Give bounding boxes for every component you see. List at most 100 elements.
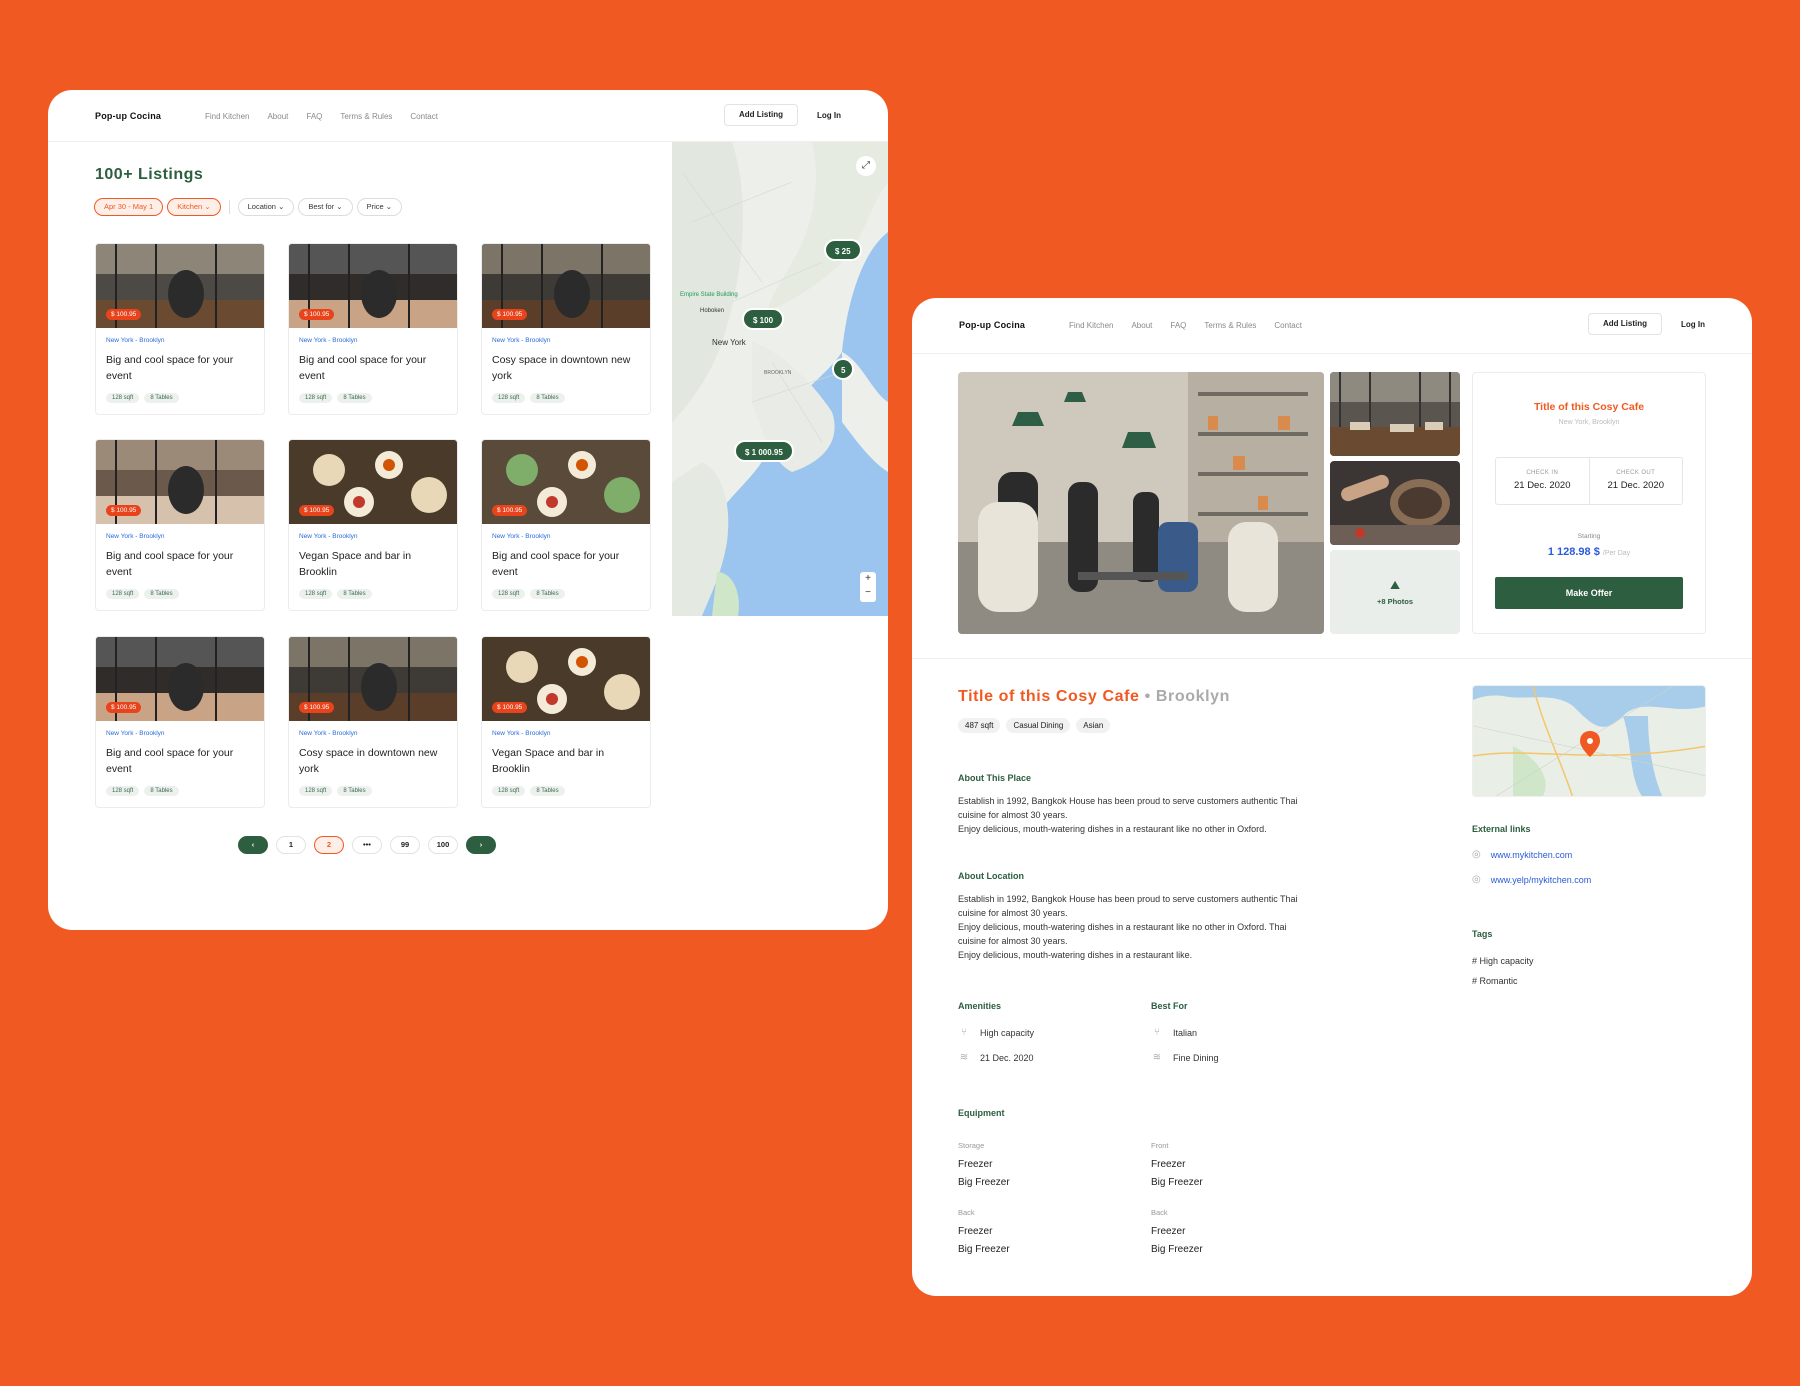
page-button-active[interactable]: 2 [314,836,344,854]
nav-link-faq[interactable]: FAQ [1170,321,1186,330]
next-page-button[interactable]: › [466,836,496,854]
page-button[interactable]: 100 [428,836,458,854]
best-for-filter[interactable]: Best for ⌄ [298,198,353,216]
nav-link-faq[interactable]: FAQ [306,112,322,121]
listing-card[interactable]: $ 100.95 New York - Brooklyn Big and cool … [95,439,265,611]
equipment-group-label: Back [1151,1208,1168,1217]
equipment-group-items: Freezer Big Freezer [958,1156,1010,1192]
zoom-in-button[interactable]: + [860,572,876,586]
gallery-main-photo[interactable] [958,372,1324,634]
check-in-field[interactable]: CHECK IN 21 Dec. 2020 [1496,458,1589,504]
equipment-heading: Equipment [958,1108,1005,1118]
listing-tag: 8 Tables [530,589,565,599]
price-badge: $ 100.95 [299,505,335,516]
expand-icon[interactable]: ⤢ [856,156,876,176]
equipment-item: Big Freezer [958,1244,1010,1255]
nav-link-about[interactable]: About [1131,321,1152,330]
listing-card[interactable]: $ 100.95 New York - Brooklyn Big and cool … [481,439,651,611]
nav-link-terms[interactable]: Terms & Rules [340,112,392,121]
page-button[interactable]: 1 [276,836,306,854]
equipment-item: Big Freezer [958,1177,1010,1188]
listing-photo: $ 100.95 [96,637,264,721]
listing-title: Big and cool space for your event [106,354,234,382]
map-price-pin[interactable]: $ 25 [824,239,862,261]
date-filter[interactable]: Apr 30 - May 1 [94,198,164,216]
listing-card[interactable]: $ 100.95 New York - Brooklyn Big and cool … [95,636,265,808]
about-location-line: Enjoy delicious, mouth-watering dishes i… [958,922,1287,932]
equipment-group-label: Back [958,1208,975,1217]
check-out-value: 21 Dec. 2020 [1607,480,1664,491]
listing-tag: 8 Tables [144,393,179,403]
listing-photo: $ 100.95 [96,244,264,328]
equipment-group-label: Front [1151,1141,1169,1150]
listing-card[interactable]: $ 100.95 New York - Brooklyn Big and cool … [288,243,458,415]
price-filter[interactable]: Price ⌄ [356,198,403,216]
listings-map[interactable]: New York Hoboken Empire State Building B… [672,142,888,616]
booking-title: Title of this Cosy Cafe [1533,401,1645,413]
map-zoom-control: + − [860,572,876,602]
location-filter[interactable]: Location ⌄ [237,198,295,216]
tags-heading: Tags [1472,929,1493,939]
listing-location: New York - Brooklyn [106,730,165,737]
listing-tag: 128 sqft [106,393,140,403]
more-photos-button[interactable]: ⛰ +8 Photos [1330,550,1460,634]
page-button[interactable]: 99 [390,836,420,854]
type-filter[interactable]: Kitchen ⌄ [167,198,221,216]
external-link[interactable]: ◎ www.mykitchen.com [1472,849,1572,860]
listing-card[interactable]: $ 100.95 New York - Brooklyn Cosy space in… [288,636,458,808]
nav-link-contact[interactable]: Contact [410,112,438,121]
listing-tags: 487 sqft Casual Dining Asian [958,718,1111,733]
utensils-icon: ⑂ [1154,1027,1160,1038]
price-display: 1 128.98 $ /Per Day [1473,546,1705,558]
map-price-pin[interactable]: $ 100 [742,308,785,330]
gallery-thumb[interactable] [1330,372,1460,456]
map-price-pin[interactable]: $ 1 000.95 [734,440,794,462]
listing-tags: 128 sqft 8 Tables [492,393,565,403]
best-for-heading: Best For [1151,1001,1188,1011]
check-in-value: 21 Dec. 2020 [1513,480,1571,491]
gallery-thumb[interactable] [1330,461,1460,545]
brand-logo[interactable]: Pop-up Cocina [95,111,161,121]
listing-tag: 128 sqft [492,589,526,599]
listing-card[interactable]: $ 100.95 New York - Brooklyn Vegan Space a… [481,636,651,808]
listing-title: Title of this Cosy Cafe • Brooklyn [958,688,1230,706]
location-map[interactable] [1472,685,1706,797]
page-ellipsis[interactable]: ••• [352,836,382,854]
tag-item[interactable]: # High capacity [1472,956,1534,966]
login-link[interactable]: Log In [817,111,841,120]
listing-card[interactable]: $ 100.95 New York - Brooklyn Big and cool … [95,243,265,415]
external-links-heading: External links [1472,824,1531,834]
external-link-url: www.mykitchen.com [1490,849,1573,860]
nav-link-find-kitchen[interactable]: Find Kitchen [1069,321,1113,330]
external-link[interactable]: ◎ www.yelp/mykitchen.com [1472,874,1591,885]
zoom-out-button[interactable]: − [860,586,876,600]
prev-page-button[interactable]: ‹ [238,836,268,854]
listing-card[interactable]: $ 100.95 New York - Brooklyn Cosy space in… [481,243,651,415]
listing-tag: Asian [1076,718,1111,733]
listing-tag: 128 sqft [106,786,140,796]
map-background [672,142,888,616]
listing-title: Big and cool space for your event [299,354,427,382]
check-out-field[interactable]: CHECK OUT 21 Dec. 2020 [1588,458,1683,504]
nav-link-about[interactable]: About [267,112,288,121]
add-listing-button[interactable]: Add Listing [1588,313,1662,335]
brand-logo[interactable]: Pop-up Cocina [959,320,1025,330]
about-place-line: Enjoy delicious, mouth-watering dishes i… [958,824,1267,834]
add-listing-button[interactable]: Add Listing [724,104,798,126]
listing-location: New York - Brooklyn [492,533,551,540]
nav-link-find-kitchen[interactable]: Find Kitchen [205,112,249,121]
about-location-text: Establish in 1992, Bangkok House has bee… [958,892,1298,962]
listing-tag: 8 Tables [337,589,372,599]
nav-link-terms[interactable]: Terms & Rules [1204,321,1256,330]
login-link[interactable]: Log In [1681,320,1705,329]
nav-link-contact[interactable]: Contact [1274,321,1302,330]
listing-title: Big and cool space for your event [106,550,234,578]
make-offer-button[interactable]: Make Offer [1495,577,1683,609]
tag-item[interactable]: # Romantic [1472,976,1518,986]
equipment-group-items: Freezer Big Freezer [1151,1156,1203,1192]
price-badge: $ 100.95 [492,505,528,516]
wifi-icon: ≋ [1152,1052,1162,1063]
listing-title: Cosy space in downtown new york [492,354,631,382]
listing-photo: $ 100.95 [482,637,650,721]
listing-card[interactable]: $ 100.95 New York - Brooklyn Vegan Space a… [288,439,458,611]
